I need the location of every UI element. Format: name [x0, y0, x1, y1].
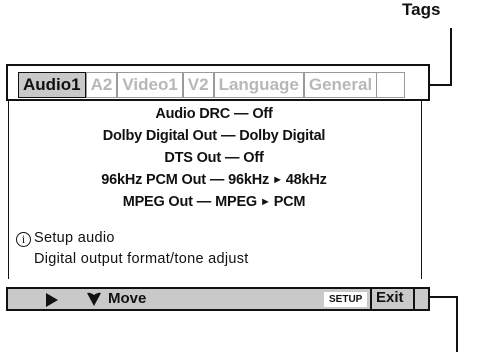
separator: — [224, 150, 240, 166]
separator: — [234, 106, 249, 122]
setting-value-to: PCM [273, 194, 306, 210]
navbar-leader-line-horizontal [430, 296, 458, 298]
navbar-leader-line [456, 296, 458, 352]
tab-bar: Audio1 A2 Video1 V2 Language General [6, 64, 430, 101]
setting-value-to: 48kHz [285, 172, 327, 188]
separator: — [209, 172, 225, 188]
setting-name: MPEG Out [122, 194, 193, 210]
separator: — [196, 194, 212, 210]
settings-list: Audio DRC — Off Dolby Digital Out — Dolb… [9, 103, 419, 213]
arrow-right-icon [46, 293, 58, 307]
separator: — [220, 128, 236, 144]
setting-value: Off [252, 106, 273, 122]
setting-mpeg-out[interactable]: MPEG Out — MPEG ► PCM [9, 191, 419, 213]
setting-name: Dolby Digital Out [102, 128, 217, 144]
setting-dts-out[interactable]: DTS Out — Off [9, 147, 419, 169]
setting-value-from: 96kHz [228, 172, 270, 188]
setting-audio-drc[interactable]: Audio DRC — Off [9, 103, 419, 125]
setting-name: 96kHz PCM Out [101, 172, 206, 188]
setting-name: Audio DRC [155, 106, 231, 122]
setting-value-from: MPEG [215, 194, 257, 210]
exit-button[interactable]: Exit [370, 287, 415, 311]
info-description: Digital output format/tone adjust [34, 251, 249, 267]
info-title: Setup audio [34, 230, 115, 246]
arrow-right-icon: ► [272, 174, 283, 186]
setting-value: Dolby Digital [239, 128, 326, 144]
tab-video1[interactable]: Video1 [117, 72, 183, 98]
tags-leader-line [450, 28, 452, 85]
tags-callout-label: Tags [402, 0, 441, 19]
info-icon: i [16, 232, 31, 247]
tab-language[interactable]: Language [213, 72, 304, 98]
setting-name: DTS Out [164, 150, 221, 166]
tab-list: Audio1 A2 Video1 V2 Language General [18, 72, 406, 98]
move-label: Move [108, 290, 147, 307]
setup-key-label: SETUP [324, 292, 368, 307]
setting-96khz-pcm-out[interactable]: 96kHz PCM Out — 96kHz ► 48kHz [9, 169, 419, 191]
tab-a2[interactable]: A2 [85, 72, 118, 98]
settings-panel: Audio DRC — Off Dolby Digital Out — Dolb… [8, 101, 422, 279]
tab-general[interactable]: General [303, 72, 378, 98]
arrow-down-icon [87, 292, 101, 306]
tab-bar-filler [377, 72, 406, 98]
setting-value: Off [243, 150, 264, 166]
setting-dolby-digital-out[interactable]: Dolby Digital Out — Dolby Digital [9, 125, 419, 147]
tags-leader-line-horizontal [430, 84, 452, 86]
tab-audio1[interactable]: Audio1 [18, 72, 86, 98]
setup-menu-screen: Audio1 A2 Video1 V2 Language General Aud… [6, 61, 430, 313]
navigation-bar: Move SETUP Exit [6, 287, 430, 311]
tab-v2[interactable]: V2 [182, 72, 214, 98]
arrow-right-icon: ► [260, 196, 271, 208]
